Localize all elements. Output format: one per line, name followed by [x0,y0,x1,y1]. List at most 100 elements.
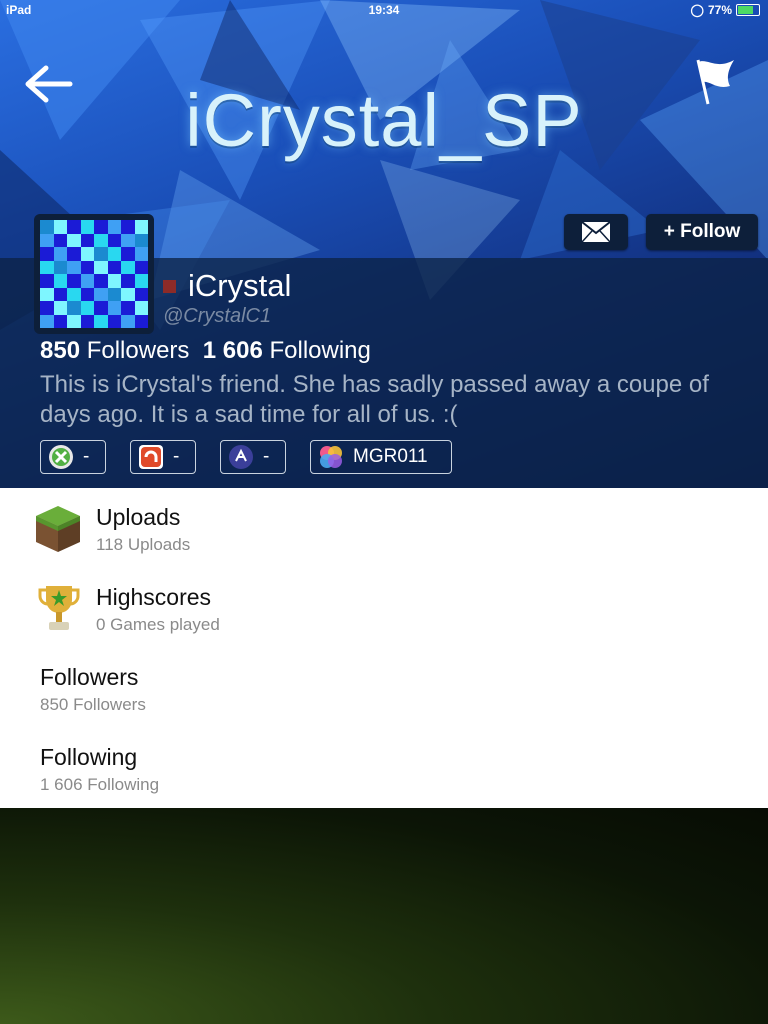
follow-counts: 850 Followers 1 606 Following [40,337,371,365]
avatar-pixel [121,220,135,234]
avatar-pixel [107,274,121,288]
avatar-pixel [67,247,81,261]
avatar-pixel [107,260,121,274]
following-label[interactable]: Following [270,337,371,364]
avatar-pixel [67,287,81,301]
orientation-lock-icon: ◯ [690,3,704,17]
avatar-pixel [121,314,135,328]
avatar-pixel [40,287,54,301]
nintendo-icon [229,445,253,469]
menu-item-title: Followers [40,664,139,690]
status-right: ◯ 77% [691,3,760,17]
avatar-pixel [80,233,94,247]
avatar-pixel [134,314,148,328]
avatar-pixel [53,314,67,328]
display-name: iCrystal [188,268,292,303]
avatar-pixel [94,220,108,234]
game-center-icon [319,445,343,469]
psn-tag[interactable]: - [130,440,196,474]
avatar-pixel [67,274,81,288]
xbox-tag[interactable]: - [40,440,106,474]
avatar-pixel [53,247,67,261]
psn-icon [139,445,163,469]
avatar-pixel [134,220,148,234]
status-bar: iPad 19:34 ◯ 77% [0,0,768,20]
avatar [34,214,154,334]
profile-menu: Uploads 118 Uploads Highscores 0 Games p… [0,488,768,808]
avatar-pixel [53,287,67,301]
avatar-pixel [67,314,81,328]
following-count[interactable]: 1 606 [203,337,263,364]
avatar-pixel [67,220,81,234]
xbox-tag-value: - [83,446,90,467]
nintendo-tag[interactable]: - [220,440,286,474]
banner-title: iCrystal_SP [185,79,583,162]
game-center-tag-value: MGR011 [353,446,428,467]
menu-item-subtitle: 0 Games played [96,615,220,634]
avatar-pixel [40,314,54,328]
avatar-pixel [121,233,135,247]
battery-icon [736,4,760,16]
menu-item-highscores[interactable]: Highscores 0 Games played [0,568,768,648]
avatar-pixel [134,247,148,261]
avatar-pixel [53,260,67,274]
avatar-pixel [40,220,54,234]
avatar-pixel [121,247,135,261]
grass-block-icon [36,506,80,552]
avatar-pixel [80,274,94,288]
followers-label[interactable]: Followers [87,337,190,364]
avatar-pixel [107,301,121,315]
menu-item-title: Highscores [96,584,212,610]
message-button[interactable] [564,214,628,250]
avatar-pixel [53,233,67,247]
menu-item-uploads[interactable]: Uploads 118 Uploads [0,488,768,568]
avatar-pixel [80,260,94,274]
nintendo-tag-value: - [263,446,270,467]
avatar-pixel [134,287,148,301]
avatar-pixel [40,301,54,315]
menu-item-title: Uploads [96,504,181,530]
avatar-pixel [94,274,108,288]
follow-button[interactable]: + Follow [646,214,758,250]
profile-bio: This is iCrystal's friend. She has sadly… [40,371,709,428]
avatar-pixel [121,260,135,274]
avatar-pixel [80,247,94,261]
avatar-pixel [121,287,135,301]
avatar-pixel [107,233,121,247]
avatar-pixel [40,247,54,261]
avatar-pixel [121,274,135,288]
avatar-pixel [80,314,94,328]
avatar-pixel [80,220,94,234]
avatar-pixel [107,247,121,261]
game-center-tag[interactable]: MGR011 [310,440,452,474]
avatar-pixel [107,287,121,301]
avatar-pixel [107,220,121,234]
background-area [0,808,768,1024]
avatar-pixel [80,287,94,301]
menu-item-following[interactable]: Following 1 606 Following [0,728,768,808]
mail-icon [581,221,611,243]
avatar-pixel [53,274,67,288]
avatar-checker-pattern [40,220,148,328]
menu-item-subtitle: 850 Followers [40,695,146,714]
menu-item-followers[interactable]: Followers 850 Followers [0,648,768,728]
gamer-tags: - - - MGR011 [40,440,452,474]
avatar-pixel [40,233,54,247]
psn-tag-value: - [173,446,180,467]
name-row: iCrystal [163,268,291,304]
avatar-pixel [53,220,67,234]
menu-item-subtitle: 1 606 Following [40,775,160,794]
menu-item-title: Following [40,744,138,770]
avatar-pixel [107,314,121,328]
avatar-pixel [67,260,81,274]
clock: 19:34 [368,3,400,17]
avatar-pixel [134,233,148,247]
avatar-pixel [94,260,108,274]
battery-percent: 77% [707,3,732,17]
avatar-pixel [53,301,67,315]
avatar-pixel [67,233,81,247]
followers-count[interactable]: 850 [40,337,80,364]
menu-item-subtitle: 118 Uploads [96,535,191,554]
avatar-pixel [94,301,108,315]
status-indicator [163,279,176,293]
